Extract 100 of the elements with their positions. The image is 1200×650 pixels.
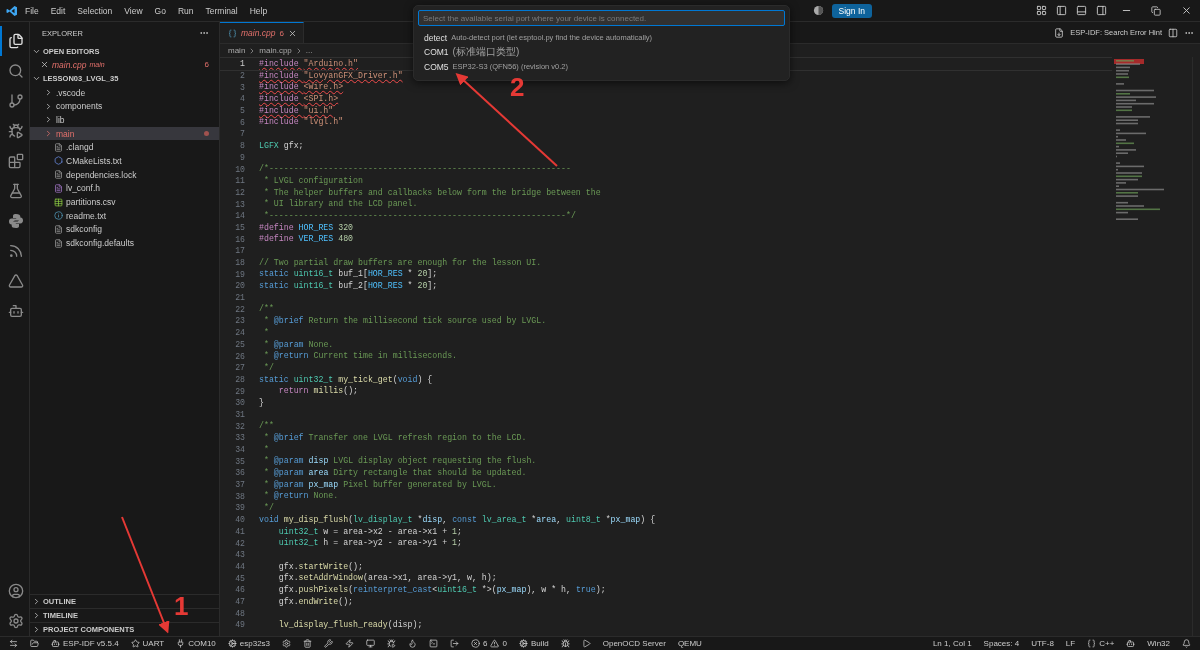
- breadcrumb-item[interactable]: ...: [305, 46, 313, 55]
- line-number: 31: [234, 409, 245, 419]
- status-label: esp32s3: [239, 639, 271, 648]
- sign-in-button[interactable]: Sign In: [831, 3, 872, 18]
- menu-item[interactable]: Run: [172, 3, 199, 18]
- explorer-item[interactable]: dependencies.lock: [30, 167, 219, 182]
- code-line: void my_disp_flush(lv_display_t *disp, const lv_area_t *area, uint8_t *px_map) {: [259, 513, 656, 526]
- line-number: 14: [234, 211, 245, 221]
- code-line: gfx.pushPixels(reinterpret_cast<uint16_t *>(px_map), w * h, true);: [277, 583, 606, 596]
- line-number: 1: [239, 59, 245, 69]
- explorer-item[interactable]: readme.txt: [30, 208, 219, 223]
- code-line: * @return Current time in milliseconds.: [262, 350, 458, 362]
- line-number: 41: [234, 526, 245, 536]
- line-number: 8: [239, 141, 245, 151]
- code-line: return millis();: [277, 385, 359, 397]
- error-count: 6: [483, 639, 488, 648]
- code-line: static uint16_t buf_1[HOR_RES * 20];: [259, 268, 438, 281]
- code-line: /*-------------------------------------------------------------: [259, 163, 571, 175]
- port-option[interactable]: COM1 (标准端口类型): [418, 45, 785, 59]
- menu-item[interactable]: Terminal: [200, 3, 243, 18]
- menu-item[interactable]: File: [20, 3, 44, 18]
- line-number: 24: [234, 328, 245, 338]
- line-number: 43: [234, 550, 245, 560]
- line-number: 40: [234, 515, 245, 525]
- code-line: #define HOR_RES 320: [259, 221, 354, 234]
- explorer-item[interactable]: sdkconfig: [30, 222, 219, 237]
- status-item[interactable]: Ln 1, Col 1: [927, 637, 977, 650]
- status-item[interactable]: UTF-8: [1026, 637, 1059, 650]
- line-number: 3: [239, 82, 245, 92]
- line-number: 35: [234, 456, 245, 466]
- status-item[interactable]: UART: [125, 637, 170, 650]
- status-item[interactable]: QEMU: [672, 637, 707, 650]
- code-line: }: [259, 396, 265, 409]
- status-label: UTF-8: [1031, 639, 1054, 648]
- line-number: 45: [234, 573, 245, 583]
- status-label: UART: [142, 639, 165, 648]
- explorer-item[interactable]: CMakeLists.txt: [30, 154, 219, 168]
- explorer-item[interactable]: .clangd: [30, 140, 219, 155]
- menu-item[interactable]: Selection: [72, 3, 118, 18]
- explorer-item[interactable]: lv_conf.h: [30, 181, 219, 196]
- code-line: lv_display_flush_ready(disp);: [277, 619, 423, 631]
- line-number: 30: [234, 398, 245, 408]
- explorer-item[interactable]: lib: [30, 113, 219, 127]
- line-number: 27: [234, 363, 245, 373]
- line-number: 6: [239, 117, 245, 127]
- file-name: main.cpp: [52, 59, 87, 70]
- status-item[interactable]: Win32: [1142, 637, 1175, 650]
- code-line: * @return None.: [262, 490, 339, 503]
- line-number: 42: [234, 538, 245, 548]
- breadcrumb-item[interactable]: main.cpp: [259, 46, 292, 55]
- code-line: uint32_t h = area->y2 - area->y1 + 1;: [277, 537, 462, 549]
- menu-item[interactable]: Go: [149, 3, 171, 18]
- status-label: Win32: [1147, 639, 1170, 648]
- status-item[interactable]: Spaces: 4: [978, 637, 1025, 650]
- status-label: ESP-IDF v5.5.4: [63, 639, 119, 648]
- line-number: 36: [234, 468, 245, 478]
- menu-item[interactable]: View: [119, 3, 148, 18]
- line-number: 46: [234, 585, 245, 595]
- editor-tab[interactable]: main.cpp 6: [220, 22, 304, 43]
- status-label: Spaces: 4: [983, 639, 1020, 648]
- explorer-item[interactable]: sdkconfig.defaults: [30, 236, 219, 250]
- problems-status[interactable]: 6 0: [466, 637, 512, 650]
- status-item[interactable]: Build: [513, 637, 554, 650]
- code-line: /**: [259, 303, 274, 316]
- code-line: #include <SPI.h>: [259, 93, 339, 105]
- status-item[interactable]: COM10: [171, 637, 221, 650]
- explorer-item[interactable]: main: [30, 126, 219, 141]
- menu-item[interactable]: Edit: [45, 3, 71, 18]
- menu-item[interactable]: Help: [244, 3, 273, 18]
- code-line: */: [262, 502, 274, 514]
- code-line: * The helper buffers and callbacks below form the bridge between the: [262, 186, 601, 199]
- line-number: 38: [234, 491, 245, 501]
- explorer-item[interactable]: partitions.csv: [30, 195, 219, 209]
- warning-count: 0: [502, 639, 507, 648]
- line-number: 7: [239, 129, 245, 139]
- code-line: /**: [259, 420, 274, 432]
- code-line: * UI library and the LCD panel.: [262, 198, 418, 210]
- code-line: gfx.endWrite();: [277, 595, 354, 608]
- status-item[interactable]: ESP-IDF v5.5.4: [46, 637, 124, 650]
- code-line: #include "Arduino.h": [259, 58, 359, 70]
- code-line: #include "lvgl.h": [259, 116, 344, 129]
- explorer-item[interactable]: components: [30, 99, 219, 114]
- status-item[interactable]: C++: [1082, 637, 1120, 650]
- code-line: #include "ui.h": [259, 104, 334, 117]
- status-item[interactable]: OpenOCD Server: [597, 637, 671, 650]
- breadcrumb-item[interactable]: main: [228, 46, 246, 55]
- code-line: static uint16_t buf_2[HOR_RES * 20];: [259, 280, 438, 292]
- code-line: * @brief Transfer one LVGL refresh region to the LCD.: [262, 432, 527, 444]
- line-number: 5: [239, 106, 245, 116]
- explorer-item[interactable]: .vscode: [30, 85, 219, 100]
- code-line: gfx.setAddrWindow(area->x1, area->y1, w, h);: [277, 572, 497, 584]
- line-number: 18: [234, 258, 245, 268]
- status-item[interactable]: esp32s3: [222, 637, 276, 650]
- line-number: 11: [234, 176, 245, 186]
- status-item[interactable]: LF: [1060, 637, 1081, 650]
- line-number: 16: [234, 234, 245, 244]
- line-number: 10: [234, 164, 245, 174]
- line-number: 47: [234, 596, 245, 606]
- line-number: 20: [234, 281, 245, 291]
- status-label: C++: [1099, 639, 1115, 648]
